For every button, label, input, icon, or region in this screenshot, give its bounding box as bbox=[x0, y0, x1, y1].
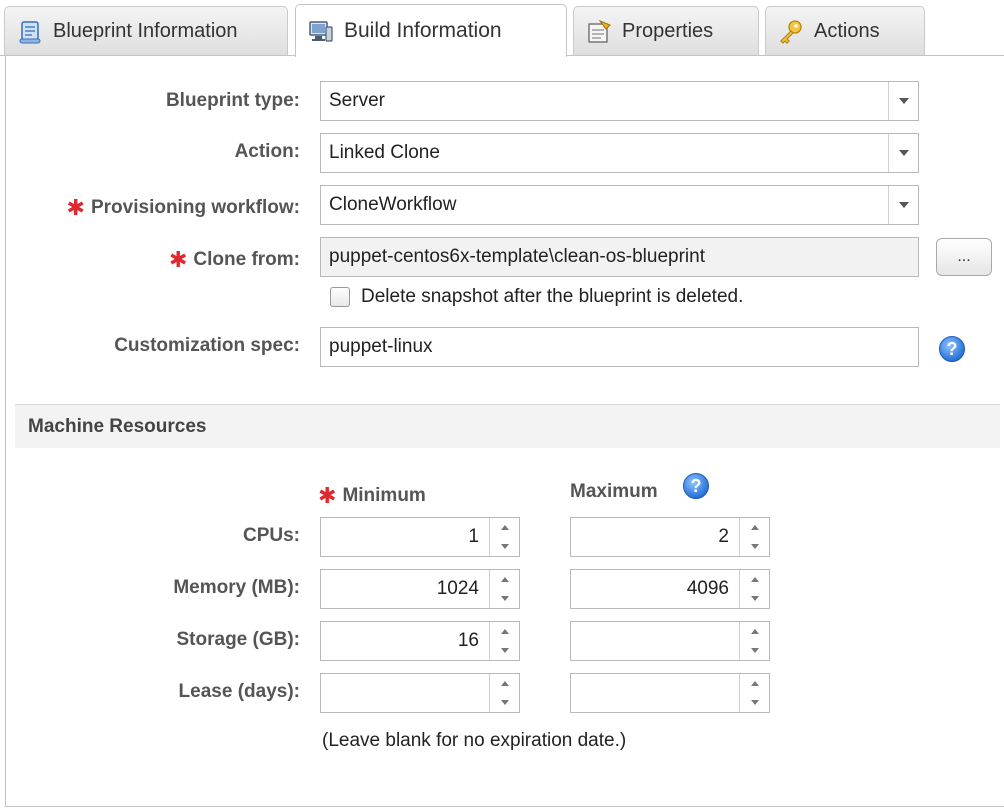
cpus-label: CPUs: bbox=[242, 525, 300, 546]
required-asterisk-icon: ✱ bbox=[66, 195, 85, 220]
increment-arrow-icon[interactable] bbox=[490, 518, 519, 537]
tab-bar: Blueprint Information Build Information … bbox=[0, 0, 1004, 57]
cpus-min-value[interactable]: 1 bbox=[321, 518, 489, 556]
memory-label: Memory (MB): bbox=[173, 577, 300, 598]
lease-max-value[interactable] bbox=[571, 674, 739, 712]
increment-arrow-icon[interactable] bbox=[490, 570, 519, 589]
blueprint-type-label: Blueprint type: bbox=[165, 90, 300, 111]
tab-label: Build Information bbox=[344, 19, 502, 42]
chevron-down-icon[interactable] bbox=[888, 134, 918, 172]
tab-label: Actions bbox=[814, 20, 880, 42]
storage-label: Storage (GB): bbox=[176, 629, 301, 650]
decrement-arrow-icon[interactable] bbox=[490, 693, 519, 712]
clone-from-field[interactable]: puppet-centos6x-template\clean-os-bluepr… bbox=[320, 237, 919, 277]
increment-arrow-icon[interactable] bbox=[740, 622, 769, 641]
lease-note: (Leave blank for no expiration date.) bbox=[322, 730, 627, 751]
increment-arrow-icon[interactable] bbox=[490, 622, 519, 641]
lease-min-stepper[interactable] bbox=[320, 673, 520, 713]
clone-from-label-text: Clone from: bbox=[193, 249, 300, 270]
decrement-arrow-icon[interactable] bbox=[490, 537, 519, 556]
provisioning-workflow-select[interactable]: CloneWorkflow bbox=[320, 185, 919, 225]
clone-from-browse-button[interactable]: ... bbox=[936, 238, 992, 276]
delete-snapshot-checkbox[interactable] bbox=[330, 287, 350, 307]
action-label: Action: bbox=[234, 141, 300, 162]
memory-min-value[interactable]: 1024 bbox=[321, 570, 489, 608]
tab-label: Properties bbox=[622, 20, 714, 42]
decrement-arrow-icon[interactable] bbox=[740, 641, 769, 660]
key-icon bbox=[778, 19, 804, 45]
cpus-min-stepper[interactable]: 1 bbox=[320, 517, 520, 557]
blueprint-type-value: Server bbox=[329, 90, 385, 111]
cpus-max-stepper[interactable]: 2 bbox=[570, 517, 770, 557]
decrement-arrow-icon[interactable] bbox=[490, 589, 519, 608]
decrement-arrow-icon[interactable] bbox=[740, 537, 769, 556]
machine-resources-header: Machine Resources bbox=[15, 404, 1000, 448]
properties-icon bbox=[586, 19, 612, 45]
lease-max-stepper[interactable] bbox=[570, 673, 770, 713]
decrement-arrow-icon[interactable] bbox=[740, 693, 769, 712]
action-select[interactable]: Linked Clone bbox=[320, 133, 919, 173]
customization-spec-label: Customization spec: bbox=[114, 335, 300, 356]
minimum-column-header: ✱ Minimum bbox=[318, 481, 426, 508]
memory-max-value[interactable]: 4096 bbox=[571, 570, 739, 608]
clone-from-label: ✱ Clone from: bbox=[168, 245, 300, 272]
help-icon[interactable]: ? bbox=[683, 473, 709, 499]
maximum-column-header: Maximum bbox=[570, 481, 658, 502]
help-icon[interactable]: ? bbox=[939, 336, 965, 362]
minimum-header-text: Minimum bbox=[342, 485, 426, 506]
increment-arrow-icon[interactable] bbox=[740, 518, 769, 537]
customization-spec-field[interactable]: puppet-linux bbox=[320, 327, 919, 367]
chevron-down-icon[interactable] bbox=[888, 82, 918, 120]
cpus-max-value[interactable]: 2 bbox=[571, 518, 739, 556]
lease-min-value[interactable] bbox=[321, 674, 489, 712]
delete-snapshot-label: Delete snapshot after the blueprint is d… bbox=[361, 286, 744, 307]
increment-arrow-icon[interactable] bbox=[740, 674, 769, 693]
increment-arrow-icon[interactable] bbox=[490, 674, 519, 693]
blueprint-type-select[interactable]: Server bbox=[320, 81, 919, 121]
tab-blueprint-information[interactable]: Blueprint Information bbox=[4, 6, 288, 56]
decrement-arrow-icon[interactable] bbox=[740, 589, 769, 608]
blueprint-scroll-icon bbox=[17, 19, 43, 45]
required-asterisk-icon: ✱ bbox=[318, 483, 337, 508]
storage-min-stepper[interactable]: 16 bbox=[320, 621, 520, 661]
provisioning-workflow-label-text: Provisioning workflow: bbox=[90, 197, 300, 218]
computer-icon bbox=[308, 18, 334, 44]
storage-min-value[interactable]: 16 bbox=[321, 622, 489, 660]
storage-max-value[interactable] bbox=[571, 622, 739, 660]
required-asterisk-icon: ✱ bbox=[168, 247, 188, 272]
tab-label: Blueprint Information bbox=[53, 20, 238, 42]
chevron-down-icon[interactable] bbox=[888, 186, 918, 224]
provisioning-workflow-value: CloneWorkflow bbox=[329, 194, 457, 215]
memory-max-stepper[interactable]: 4096 bbox=[570, 569, 770, 609]
delete-snapshot-row: Delete snapshot after the blueprint is d… bbox=[330, 286, 743, 308]
increment-arrow-icon[interactable] bbox=[740, 570, 769, 589]
decrement-arrow-icon[interactable] bbox=[490, 641, 519, 660]
tab-actions[interactable]: Actions bbox=[765, 6, 925, 56]
action-value: Linked Clone bbox=[329, 142, 440, 163]
memory-min-stepper[interactable]: 1024 bbox=[320, 569, 520, 609]
tab-build-information[interactable]: Build Information bbox=[295, 4, 567, 57]
storage-max-stepper[interactable] bbox=[570, 621, 770, 661]
provisioning-workflow-label: ✱ Provisioning workflow: bbox=[66, 193, 300, 220]
lease-label: Lease (days): bbox=[178, 681, 300, 702]
tab-properties[interactable]: Properties bbox=[573, 6, 759, 56]
